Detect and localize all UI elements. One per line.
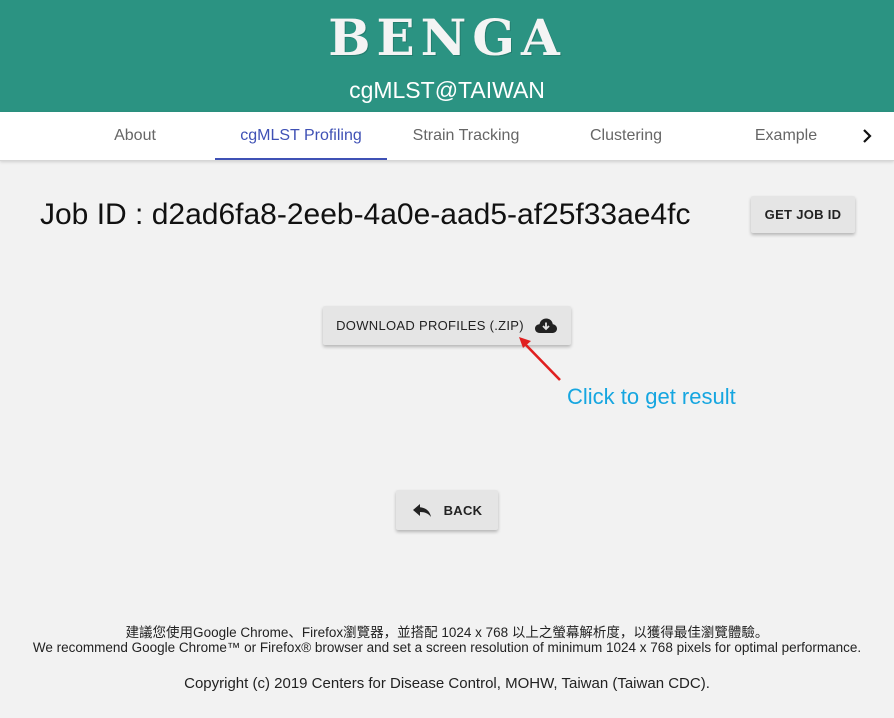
job-id-text: Job ID : d2ad6fa8-2eeb-4a0e-aad5-af25f33… — [40, 198, 691, 231]
footer-recommendation-cn: 建議您使用Google Chrome、Firefox瀏覽器，並搭配 1024 x… — [125, 625, 769, 640]
get-job-id-button[interactable]: GET JOB ID — [751, 196, 855, 233]
nav-tabs: About cgMLST Profiling Strain Tracking C… — [0, 112, 894, 161]
tab-clustering[interactable]: Clustering — [540, 112, 712, 160]
app-header: BENGA cgMLST@TAIWAN — [0, 0, 894, 112]
tab-example[interactable]: Example — [700, 112, 872, 160]
cloud-download-icon — [534, 318, 557, 333]
site-subtitle: cgMLST@TAIWAN — [349, 77, 545, 103]
reply-arrow-icon — [412, 504, 431, 517]
tab-about[interactable]: About — [49, 112, 221, 160]
chevron-right-icon — [863, 129, 872, 143]
download-profiles-label: DOWNLOAD PROFILES (.ZIP) — [336, 318, 524, 333]
footer-recommendation-en: We recommend Google Chrome™ or Firefox® … — [32, 640, 862, 655]
annotation-arrow — [519, 337, 561, 381]
tab-cgmlst-profiling[interactable]: cgMLST Profiling — [215, 112, 387, 160]
tabs-next-button[interactable] — [852, 112, 882, 160]
annotation-text: Click to get result — [567, 384, 736, 409]
tab-strain-tracking[interactable]: Strain Tracking — [380, 112, 552, 160]
back-label: BACK — [443, 502, 483, 518]
benga-logo: BENGA — [328, 8, 566, 67]
footer-copyright: Copyright (c) 2019 Centers for Disease C… — [184, 675, 710, 692]
back-button[interactable]: BACK — [396, 490, 498, 530]
